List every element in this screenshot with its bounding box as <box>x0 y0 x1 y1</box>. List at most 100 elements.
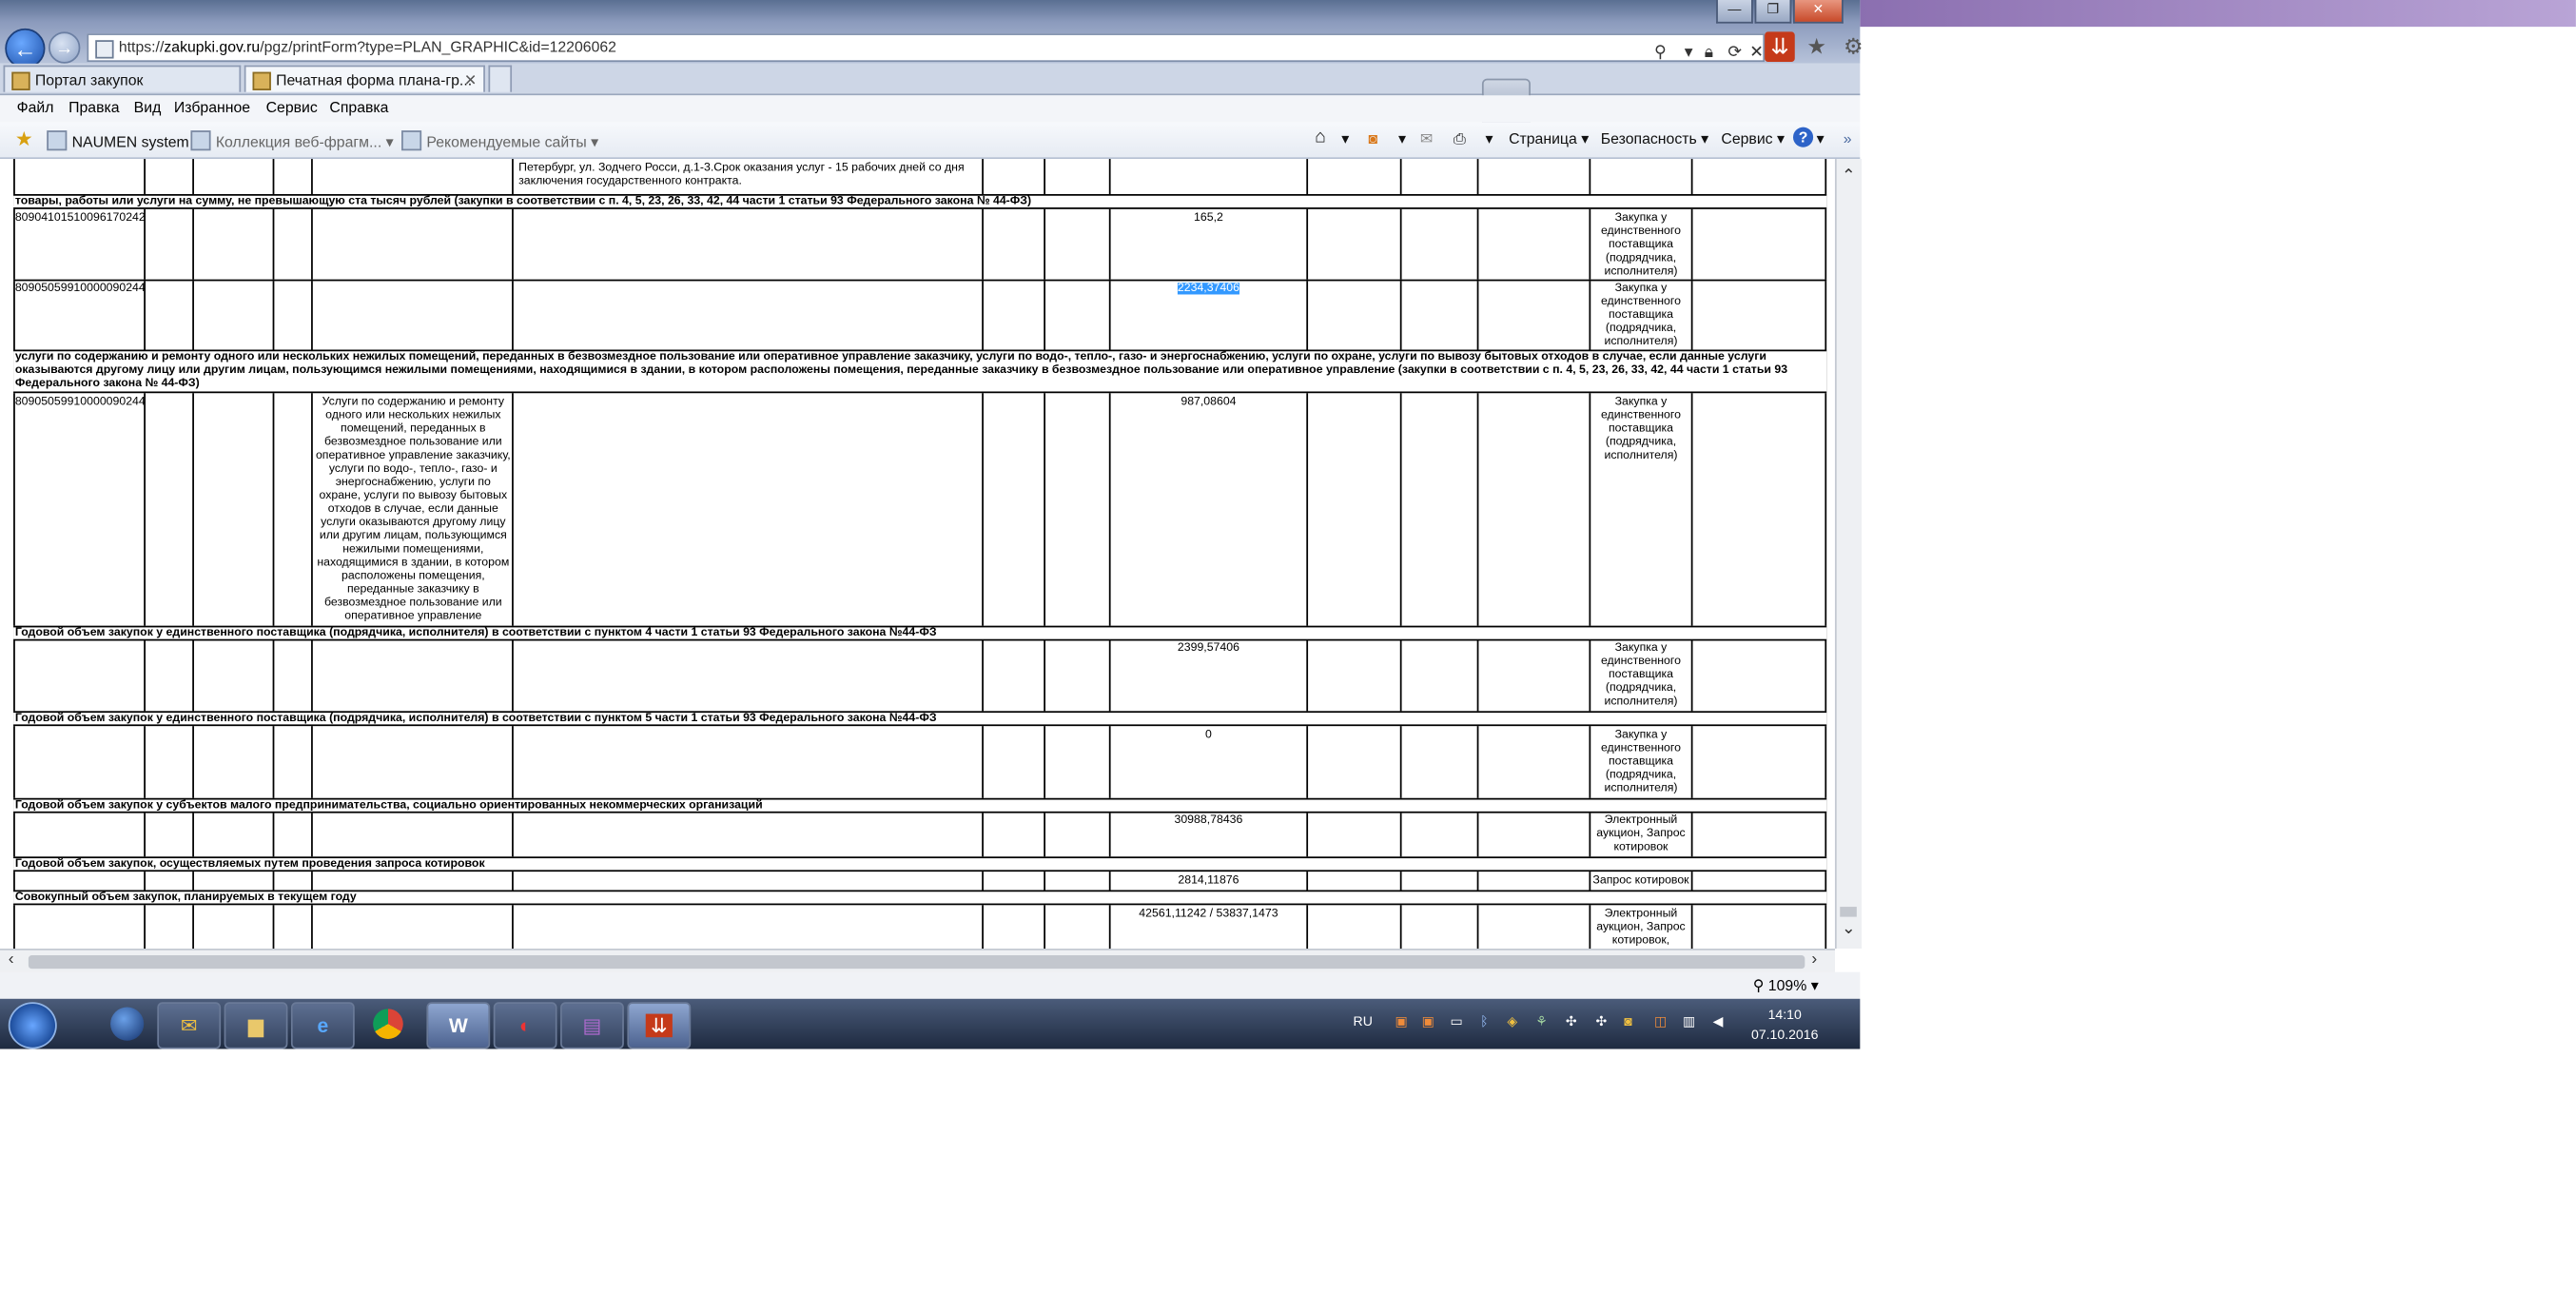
menu-file[interactable]: Файл <box>17 99 54 116</box>
col-line <box>1589 159 1591 950</box>
page-icon <box>401 130 422 151</box>
language-indicator[interactable]: RU <box>1354 1014 1373 1029</box>
windows-start-icon[interactable] <box>8 1002 57 1049</box>
section-header: Годовой объем закупок у единственного по… <box>13 711 1827 727</box>
media-player-icon[interactable] <box>97 1002 157 1046</box>
volume-icon[interactable]: ◀ <box>1713 1014 1724 1029</box>
star-icon[interactable]: ★ <box>1802 31 1832 62</box>
row-amount: 987,08604 <box>1181 396 1237 409</box>
forward-arrow-icon[interactable]: → <box>48 31 81 64</box>
favorites-star-icon[interactable]: ★ <box>15 127 33 151</box>
close-window-button[interactable]: ✕ <box>1793 0 1844 24</box>
chevron-right-icon[interactable]: » <box>1844 130 1852 147</box>
bluetooth-icon[interactable]: ᛒ <box>1480 1014 1488 1029</box>
col-line <box>512 159 514 950</box>
fav-label: NAUMEN system <box>71 133 189 151</box>
row-amount: 165,2 <box>1194 212 1223 225</box>
rss-icon[interactable]: ◙ <box>1368 130 1377 147</box>
menu-favorites[interactable]: Избранное <box>174 99 250 116</box>
tray-app-icon[interactable]: ◈ <box>1507 1014 1517 1029</box>
internet-explorer-icon[interactable]: e <box>290 1002 355 1049</box>
row-method: Закупка у единственного поставщика (подр… <box>1600 642 1681 708</box>
scroll-right-icon[interactable]: › <box>1811 950 1817 969</box>
maximize-button[interactable]: ❐ <box>1754 0 1792 24</box>
page-menu[interactable]: Страница ▾ <box>1509 130 1589 148</box>
menu-tools[interactable]: Сервис <box>266 99 318 116</box>
explorer-folder-icon[interactable]: ▆ <box>224 1002 288 1049</box>
safety-menu[interactable]: Безопасность ▾ <box>1601 130 1708 148</box>
scroll-left-icon[interactable]: ‹ <box>9 950 14 969</box>
search-icon[interactable]: ⚲ <box>1654 40 1667 65</box>
help-dropdown-icon[interactable]: ▾ <box>1817 130 1825 148</box>
zoom-control[interactable]: ⚲ 109% ▾ <box>1753 977 1819 995</box>
home-icon[interactable]: ⌂ <box>1315 127 1326 147</box>
outlook-icon[interactable]: ✉ <box>157 1002 222 1049</box>
row-amount: 42561,11242 / 53837,1473 <box>1139 908 1278 921</box>
tray-app-icon[interactable]: ▣ <box>1395 1014 1408 1029</box>
app-red-icon[interactable]: ◐ <box>493 1002 557 1049</box>
fav-web-slices[interactable]: Коллекция веб-фрагм... ▾ <box>190 130 394 152</box>
menu-view[interactable]: Вид <box>134 99 162 116</box>
tab-print-form[interactable]: Печатная форма плана-гр... ✕ <box>244 65 485 92</box>
row-method: Закупка у единственного поставщика (подр… <box>1600 396 1681 462</box>
favicon-icon <box>11 71 30 90</box>
menu-edit[interactable]: Правка <box>68 99 119 116</box>
scroll-down-icon[interactable]: ⌄ <box>1842 920 1856 938</box>
tray-app-icon[interactable]: ◫ <box>1654 1014 1667 1029</box>
word-icon[interactable]: W <box>426 1002 491 1049</box>
row-method: Закупка у единственного поставщика (подр… <box>1600 283 1681 348</box>
tray-app-icon[interactable]: ⚘ <box>1535 1014 1548 1029</box>
dropdown-icon[interactable]: ▾ <box>1685 40 1693 65</box>
downloader-icon[interactable]: ⇊ <box>627 1002 692 1049</box>
col-line <box>144 159 146 950</box>
network-icon[interactable]: ▥ <box>1683 1014 1695 1029</box>
fav-suggested[interactable]: Рекомендуемые сайты ▾ <box>401 130 598 152</box>
addon-icon[interactable]: ⇊ <box>1765 31 1795 63</box>
tab-portal[interactable]: Портал закупок <box>3 65 242 92</box>
horizontal-scroll-thumb[interactable] <box>28 955 1805 970</box>
lock-icon[interactable]: 🔒︎ <box>1705 40 1713 65</box>
refresh-icon[interactable]: ⟳ <box>1727 40 1742 65</box>
url-host: zakupki.gov.ru <box>164 38 261 56</box>
tools-menu[interactable]: Сервис ▾ <box>1721 130 1785 148</box>
col-line <box>982 159 984 950</box>
horizontal-scrollbar[interactable]: ‹ › <box>0 949 1835 974</box>
row-description: Услуги по содержанию и ремонту одного ил… <box>315 396 511 623</box>
archiver-icon[interactable]: ▤ <box>560 1002 624 1049</box>
mail-icon[interactable]: ✉ <box>1420 130 1433 148</box>
url-path: /pgz/printForm?type=PLAN_GRAPHIC&id=1220… <box>260 38 616 56</box>
row-amount: 2399,57406 <box>1177 642 1239 655</box>
back-arrow-icon[interactable]: ← <box>5 28 46 69</box>
help-icon[interactable]: ? <box>1793 127 1814 147</box>
print-icon[interactable]: ⎙ <box>1454 130 1466 148</box>
minimize-button[interactable]: — <box>1716 0 1753 24</box>
scroll-up-icon[interactable]: ⌃ <box>1842 167 1856 186</box>
rss-dropdown-icon[interactable]: ▾ <box>1398 130 1406 148</box>
tray-app-icon[interactable]: ◙ <box>1624 1014 1632 1029</box>
vertical-scrollbar[interactable]: ⌃ ⌄ <box>1834 159 1863 950</box>
safety-menu-label: Безопасность <box>1600 130 1697 147</box>
page-menu-label: Страница <box>1509 130 1577 147</box>
section-header: Годовой объем закупок у единственного по… <box>13 625 1827 641</box>
tray-app-icon[interactable]: ✣ <box>1566 1014 1577 1029</box>
col-line <box>311 159 313 950</box>
fav-naumen[interactable]: NAUMEN system <box>47 130 189 151</box>
selected-text: 2234,37406 <box>1177 283 1239 295</box>
tray-app-icon[interactable]: ▣ <box>1422 1014 1434 1029</box>
chrome-icon[interactable] <box>358 1002 418 1046</box>
gear-icon[interactable]: ⚙ <box>1838 31 1868 62</box>
vertical-scroll-thumb[interactable] <box>1840 907 1857 917</box>
row-method: Запрос котировок <box>1592 874 1689 887</box>
clock[interactable]: 14:10 07.10.2016 <box>1743 1006 1826 1046</box>
tray-app-icon[interactable]: ▭ <box>1451 1014 1463 1029</box>
new-tab-button[interactable] <box>488 65 513 92</box>
home-dropdown-icon[interactable]: ▾ <box>1341 130 1349 148</box>
col-line <box>1825 159 1827 950</box>
stop-icon[interactable]: ✕ <box>1749 40 1764 65</box>
address-bar[interactable]: https://zakupki.gov.ru/pgz/printForm?typ… <box>87 33 1766 65</box>
print-dropdown-icon[interactable]: ▾ <box>1485 130 1493 148</box>
row-method: Электронный аукцион, Запрос котировок, <box>1596 908 1686 948</box>
tray-app-icon[interactable]: ✣ <box>1596 1014 1608 1029</box>
close-tab-icon[interactable]: ✕ <box>464 67 477 91</box>
menu-help[interactable]: Справка <box>329 99 388 116</box>
